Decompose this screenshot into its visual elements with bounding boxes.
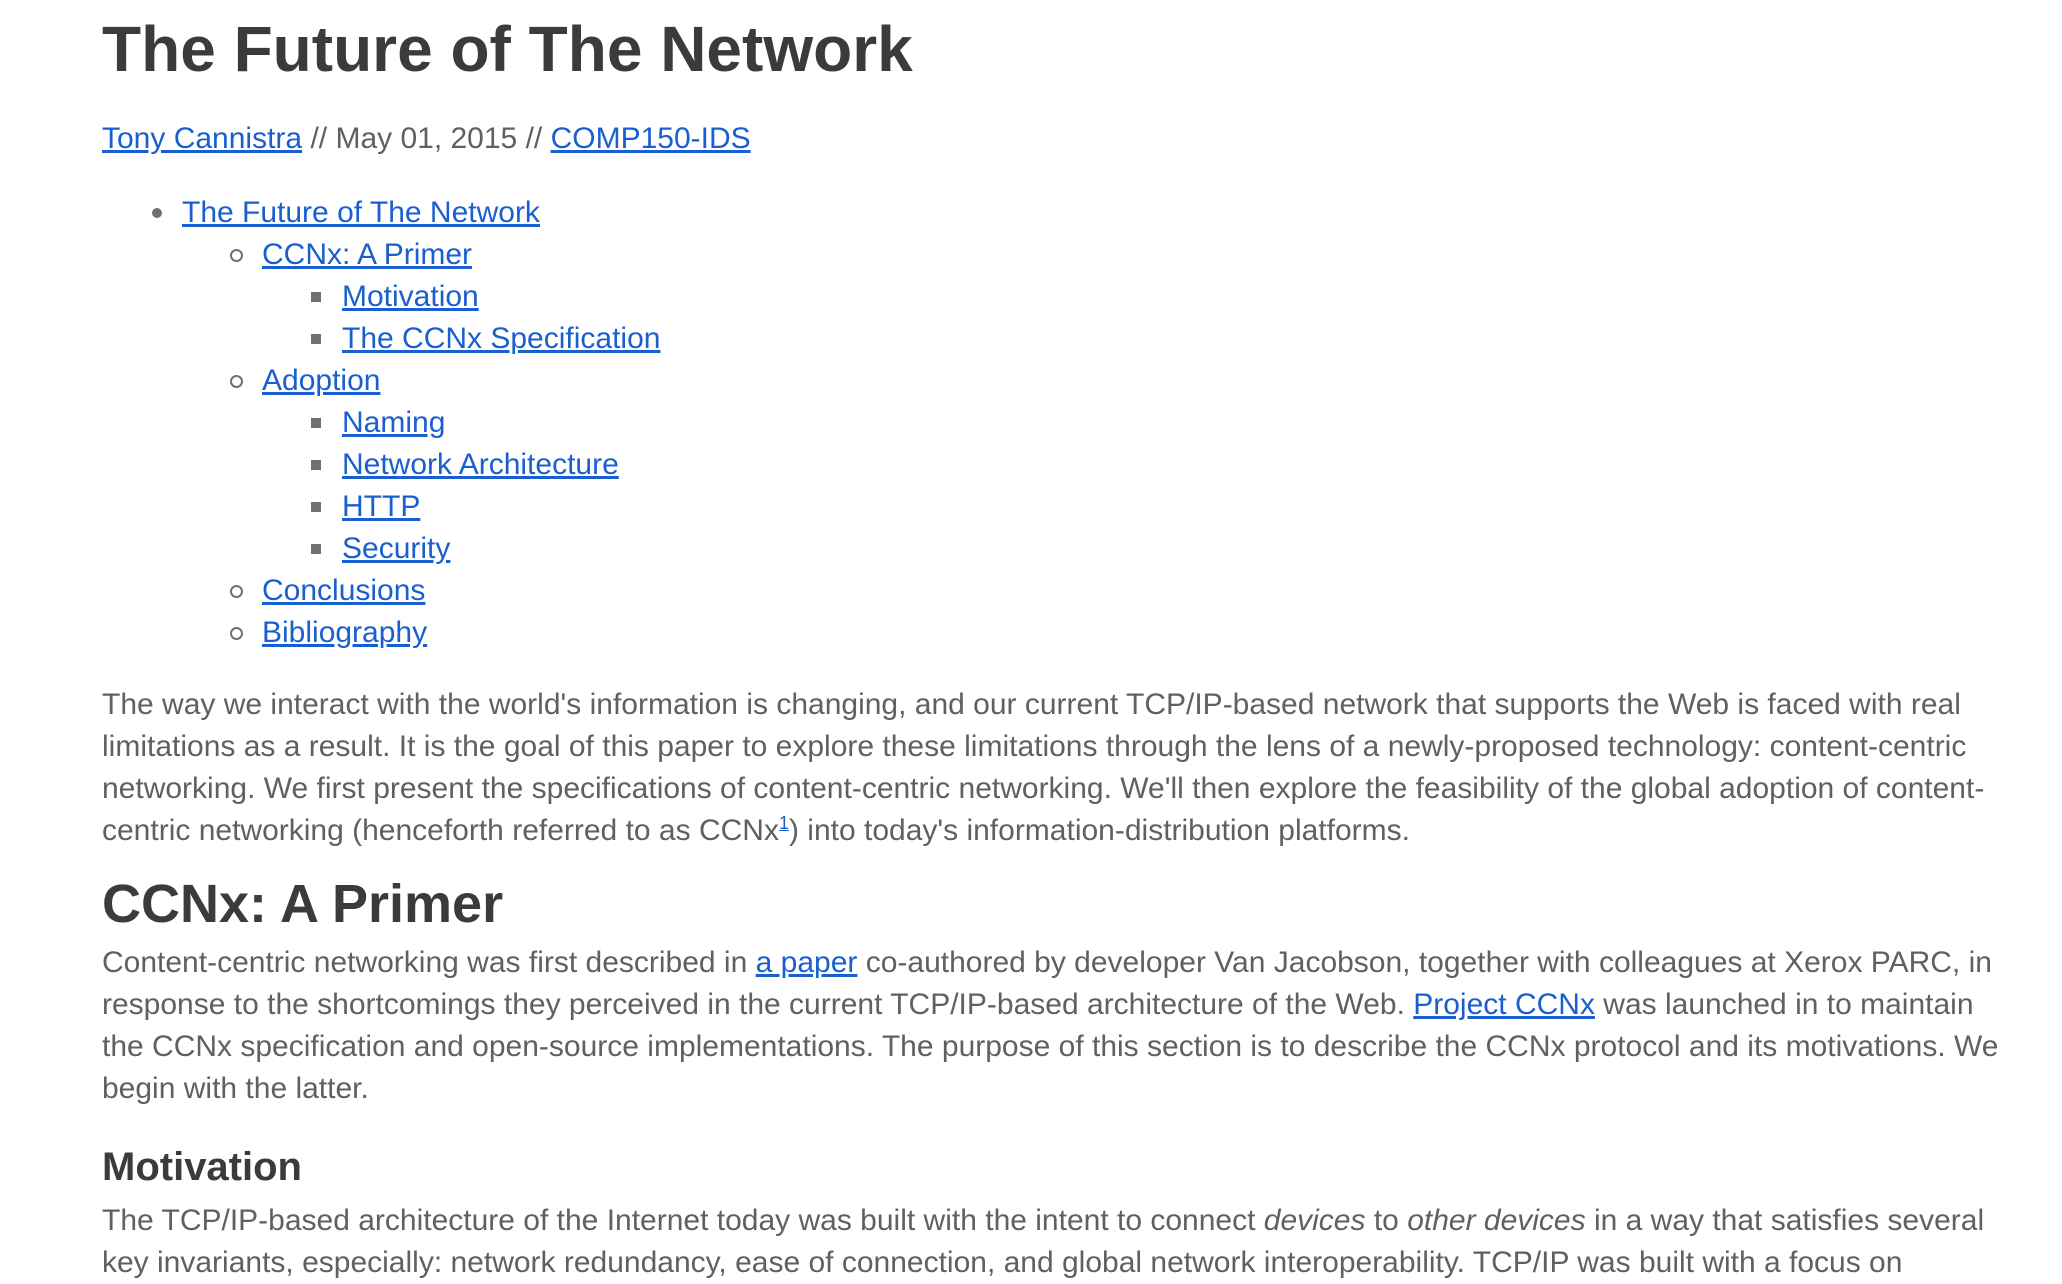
- toc-item: The Future of The Network: [102, 192, 660, 234]
- motivation-text: The TCP/IP-based architecture of the Int…: [102, 1204, 1264, 1237]
- toc-link-security[interactable]: Security: [342, 532, 450, 565]
- square-bullet-icon: [311, 544, 321, 554]
- toc-item: Security: [102, 528, 660, 570]
- motivation-paragraph: The TCP/IP-based architecture of the Int…: [102, 1200, 2012, 1284]
- intro-paragraph: The way we interact with the world's inf…: [102, 684, 2012, 852]
- circle-bullet-icon: [230, 627, 243, 640]
- square-bullet-icon: [311, 460, 321, 470]
- toc-item: Naming: [102, 402, 660, 444]
- page-title: The Future of The Network: [102, 13, 913, 85]
- toc-link-motivation[interactable]: Motivation: [342, 280, 479, 313]
- square-bullet-icon: [311, 334, 321, 344]
- toc-link-conclusions[interactable]: Conclusions: [262, 574, 425, 607]
- toc-link-naming[interactable]: Naming: [342, 406, 445, 439]
- byline-separator: //: [517, 122, 551, 155]
- primer-text: Content-centric networking was first des…: [102, 946, 756, 979]
- toc-item: Network Architecture: [102, 444, 660, 486]
- toc-item: The CCNx Specification: [102, 318, 660, 360]
- footnote-ref: 1: [779, 813, 789, 833]
- toc-link-network-architecture[interactable]: Network Architecture: [342, 448, 619, 481]
- toc-link-http[interactable]: HTTP: [342, 490, 420, 523]
- square-bullet-icon: [311, 292, 321, 302]
- motivation-text: to: [1365, 1204, 1408, 1237]
- byline-separator: //: [302, 122, 336, 155]
- byline: Tony Cannistra // May 01, 2015 // COMP15…: [102, 118, 751, 160]
- publish-date: May 01, 2015: [335, 122, 518, 155]
- toc-link-bibliography[interactable]: Bibliography: [262, 616, 427, 649]
- toc-item: Conclusions: [102, 570, 660, 612]
- toc-item: HTTP: [102, 486, 660, 528]
- circle-bullet-icon: [230, 249, 243, 262]
- circle-bullet-icon: [230, 375, 243, 388]
- subsection-heading-motivation: Motivation: [102, 1145, 302, 1189]
- toc-link-adoption[interactable]: Adoption: [262, 364, 380, 397]
- square-bullet-icon: [311, 418, 321, 428]
- toc-link-future-of-the-network[interactable]: The Future of The Network: [182, 196, 540, 229]
- primer-paragraph: Content-centric networking was first des…: [102, 942, 2012, 1110]
- emphasis-devices: devices: [1263, 1204, 1366, 1237]
- square-bullet-icon: [311, 502, 321, 512]
- toc-item: Bibliography: [102, 612, 660, 654]
- section-heading-ccnx-primer: CCNx: A Primer: [102, 874, 504, 934]
- intro-text-end: ) into today's information-distribution …: [788, 814, 1410, 847]
- course-link[interactable]: COMP150-IDS: [551, 122, 751, 155]
- circle-bullet-icon: [230, 585, 243, 598]
- author-link[interactable]: Tony Cannistra: [102, 122, 302, 155]
- footnote-link[interactable]: 1: [779, 813, 789, 833]
- emphasis-other-devices: other devices: [1407, 1204, 1586, 1237]
- project-ccnx-link[interactable]: Project CCNx: [1413, 988, 1595, 1021]
- toc-item: CCNx: A Primer: [102, 234, 660, 276]
- paper-link[interactable]: a paper: [756, 946, 858, 979]
- toc-link-ccnx-primer[interactable]: CCNx: A Primer: [262, 238, 472, 271]
- toc-item: Adoption: [102, 360, 660, 402]
- toc-link-ccnx-specification[interactable]: The CCNx Specification: [342, 322, 660, 355]
- disc-bullet-icon: [152, 208, 162, 218]
- toc-item: Motivation: [102, 276, 660, 318]
- table-of-contents: The Future of The Network CCNx: A Primer…: [102, 192, 660, 654]
